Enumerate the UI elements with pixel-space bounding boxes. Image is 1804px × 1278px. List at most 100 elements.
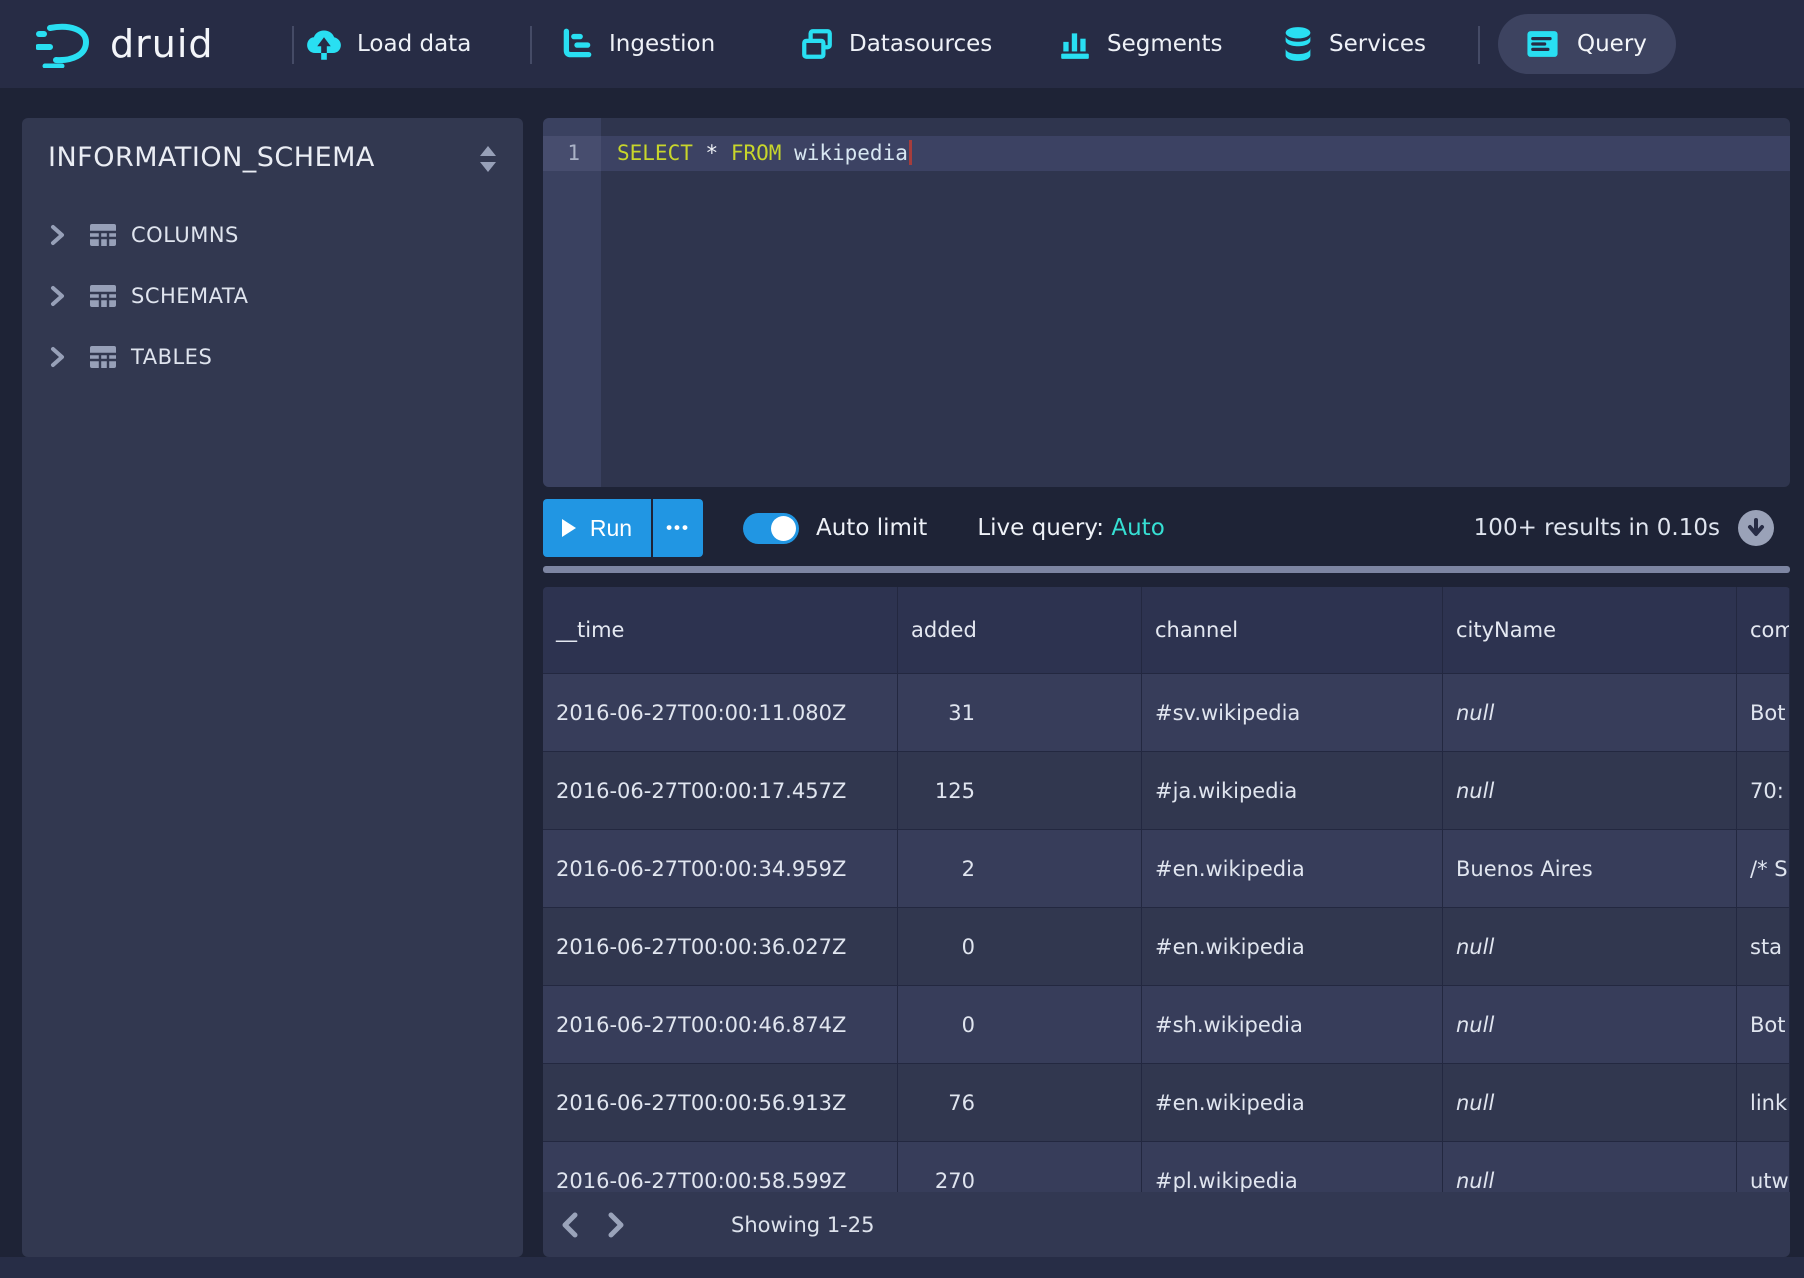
table-cell: #pl.wikipedia xyxy=(1142,1142,1443,1192)
sidebar-item-schemata[interactable]: SCHEMATA xyxy=(22,265,523,326)
nav-tab-query[interactable]: Query xyxy=(1498,14,1676,74)
live-query-label: Live query: Auto xyxy=(977,515,1164,541)
top-navbar: druid Load data Ingestion xyxy=(0,0,1804,88)
table-cell: #en.wikipedia xyxy=(1142,908,1443,985)
table-cell: #en.wikipedia xyxy=(1142,1064,1443,1141)
nav-divider xyxy=(530,26,532,64)
table-cell: 270 xyxy=(898,1142,1142,1192)
table-cell: 31 xyxy=(898,674,1142,751)
table-row: 2016-06-27T00:00:36.027Z0#en.wikipedianu… xyxy=(543,907,1790,985)
table-row: 2016-06-27T00:00:46.874Z0#sh.wikipedianu… xyxy=(543,985,1790,1063)
table-cell: #en.wikipedia xyxy=(1142,830,1443,907)
nav-item-segments[interactable]: Segments xyxy=(1058,0,1222,88)
table-cell: null xyxy=(1443,1064,1737,1141)
auto-limit-label: Auto limit xyxy=(816,515,927,541)
double-caret-vertical-icon[interactable] xyxy=(477,144,499,174)
column-header-com[interactable]: com xyxy=(1737,587,1790,673)
table-cell: #sv.wikipedia xyxy=(1142,674,1443,751)
console-icon xyxy=(1526,30,1559,58)
nav-item-label: Load data xyxy=(357,31,471,57)
table-cell: 2016-06-27T00:00:34.959Z xyxy=(543,830,898,907)
auto-limit-toggle[interactable] xyxy=(743,513,799,544)
nav-item-datasources[interactable]: Datasources xyxy=(800,0,992,88)
schema-title: INFORMATION_SCHEMA xyxy=(48,142,375,173)
sql-editor[interactable]: 1 SELECT * FROM wikipedia xyxy=(543,118,1790,487)
table-cell: Bot xyxy=(1737,986,1790,1063)
editor-gutter xyxy=(543,118,601,487)
live-query-value[interactable]: Auto xyxy=(1111,515,1164,541)
sidebar-item-columns[interactable]: COLUMNS xyxy=(22,204,523,265)
table-cell: 2016-06-27T00:00:17.457Z xyxy=(543,752,898,829)
results-table-body: 2016-06-27T00:00:11.080Z31#sv.wikipedian… xyxy=(543,673,1790,1192)
table-row: 2016-06-27T00:00:11.080Z31#sv.wikipedian… xyxy=(543,673,1790,751)
table-cell: 0 xyxy=(898,908,1142,985)
nav-item-load-data[interactable]: Load data xyxy=(306,0,471,88)
text-cursor xyxy=(909,140,912,165)
table-row: 2016-06-27T00:00:17.457Z125#ja.wikipedia… xyxy=(543,751,1790,829)
next-page-button[interactable] xyxy=(593,1192,639,1257)
results-table-header: __timeaddedchannelcityNamecom xyxy=(543,587,1790,673)
results-table: __timeaddedchannelcityNamecom 2016-06-27… xyxy=(543,587,1790,1192)
table-cell: 76 xyxy=(898,1064,1142,1141)
chevron-right-icon xyxy=(48,284,66,308)
table-icon xyxy=(88,283,118,309)
table-cell: 125 xyxy=(898,752,1142,829)
table-cell: Buenos Aires xyxy=(1443,830,1737,907)
nav-tab-query-label: Query xyxy=(1577,31,1647,57)
schema-tree: COLUMNS SCHEMATA TABLES xyxy=(22,204,523,387)
results-pager: Showing 1-25 xyxy=(543,1192,1790,1257)
column-header-cityName[interactable]: cityName xyxy=(1443,587,1737,673)
table-cell: null xyxy=(1443,674,1737,751)
column-header-added[interactable]: added xyxy=(898,587,1142,673)
chevron-right-icon xyxy=(48,223,66,247)
nav-item-services[interactable]: Services xyxy=(1282,0,1426,88)
table-cell: null xyxy=(1443,986,1737,1063)
table-cell: null xyxy=(1443,1142,1737,1192)
druid-logo[interactable]: druid xyxy=(36,14,214,74)
nav-divider xyxy=(1478,26,1480,64)
table-icon xyxy=(88,222,118,248)
table-cell: utw xyxy=(1737,1142,1790,1192)
nav-item-label: Segments xyxy=(1107,31,1222,57)
tree-item-label: TABLES xyxy=(131,345,212,369)
table-cell: 2016-06-27T00:00:46.874Z xyxy=(543,986,898,1063)
table-cell: Bot xyxy=(1737,674,1790,751)
schema-sidebar: INFORMATION_SCHEMA COLUMNS SCHEMATA xyxy=(22,118,523,1257)
run-button[interactable]: Run xyxy=(543,499,651,557)
table-cell: 2016-06-27T00:00:36.027Z xyxy=(543,908,898,985)
editor-line-number: 1 xyxy=(543,136,601,171)
sql-code-line[interactable]: SELECT * FROM wikipedia xyxy=(617,136,912,171)
play-icon xyxy=(562,519,576,537)
table-cell: null xyxy=(1443,752,1737,829)
horizontal-scrollbar[interactable] xyxy=(543,566,1790,573)
table-cell: 2016-06-27T00:00:56.913Z xyxy=(543,1064,898,1141)
brand-wordmark: druid xyxy=(110,22,214,66)
nav-item-ingestion[interactable]: Ingestion xyxy=(560,0,715,88)
page-bottom-strip xyxy=(0,1257,1804,1278)
table-row: 2016-06-27T00:00:56.913Z76#en.wikipedian… xyxy=(543,1063,1790,1141)
chevron-right-icon xyxy=(48,345,66,369)
table-cell: link xyxy=(1737,1064,1790,1141)
table-row: 2016-06-27T00:00:34.959Z2#en.wikipediaBu… xyxy=(543,829,1790,907)
toggle-knob xyxy=(771,516,796,541)
prev-page-button[interactable] xyxy=(547,1192,593,1257)
sidebar-item-tables[interactable]: TABLES xyxy=(22,326,523,387)
stacked-layers-icon xyxy=(800,27,834,61)
tree-item-label: SCHEMATA xyxy=(131,284,248,308)
run-more-button[interactable]: ••• xyxy=(653,499,703,557)
gantt-chart-icon xyxy=(560,27,594,61)
column-header-channel[interactable]: channel xyxy=(1142,587,1443,673)
table-cell: 2016-06-27T00:00:11.080Z xyxy=(543,674,898,751)
table-cell: 2 xyxy=(898,830,1142,907)
table-cell: #ja.wikipedia xyxy=(1142,752,1443,829)
table-cell: /* S xyxy=(1737,830,1790,907)
table-row: 2016-06-27T00:00:58.599Z270#pl.wikipedia… xyxy=(543,1141,1790,1192)
table-cell: 2016-06-27T00:00:58.599Z xyxy=(543,1142,898,1192)
download-icon[interactable] xyxy=(1738,510,1774,546)
table-icon xyxy=(88,344,118,370)
column-header-__time[interactable]: __time xyxy=(543,587,898,673)
upload-cloud-icon xyxy=(306,26,342,62)
schema-sidebar-header: INFORMATION_SCHEMA xyxy=(22,118,523,196)
database-icon xyxy=(1282,26,1314,62)
results-summary: 100+ results in 0.10s xyxy=(1474,515,1720,541)
